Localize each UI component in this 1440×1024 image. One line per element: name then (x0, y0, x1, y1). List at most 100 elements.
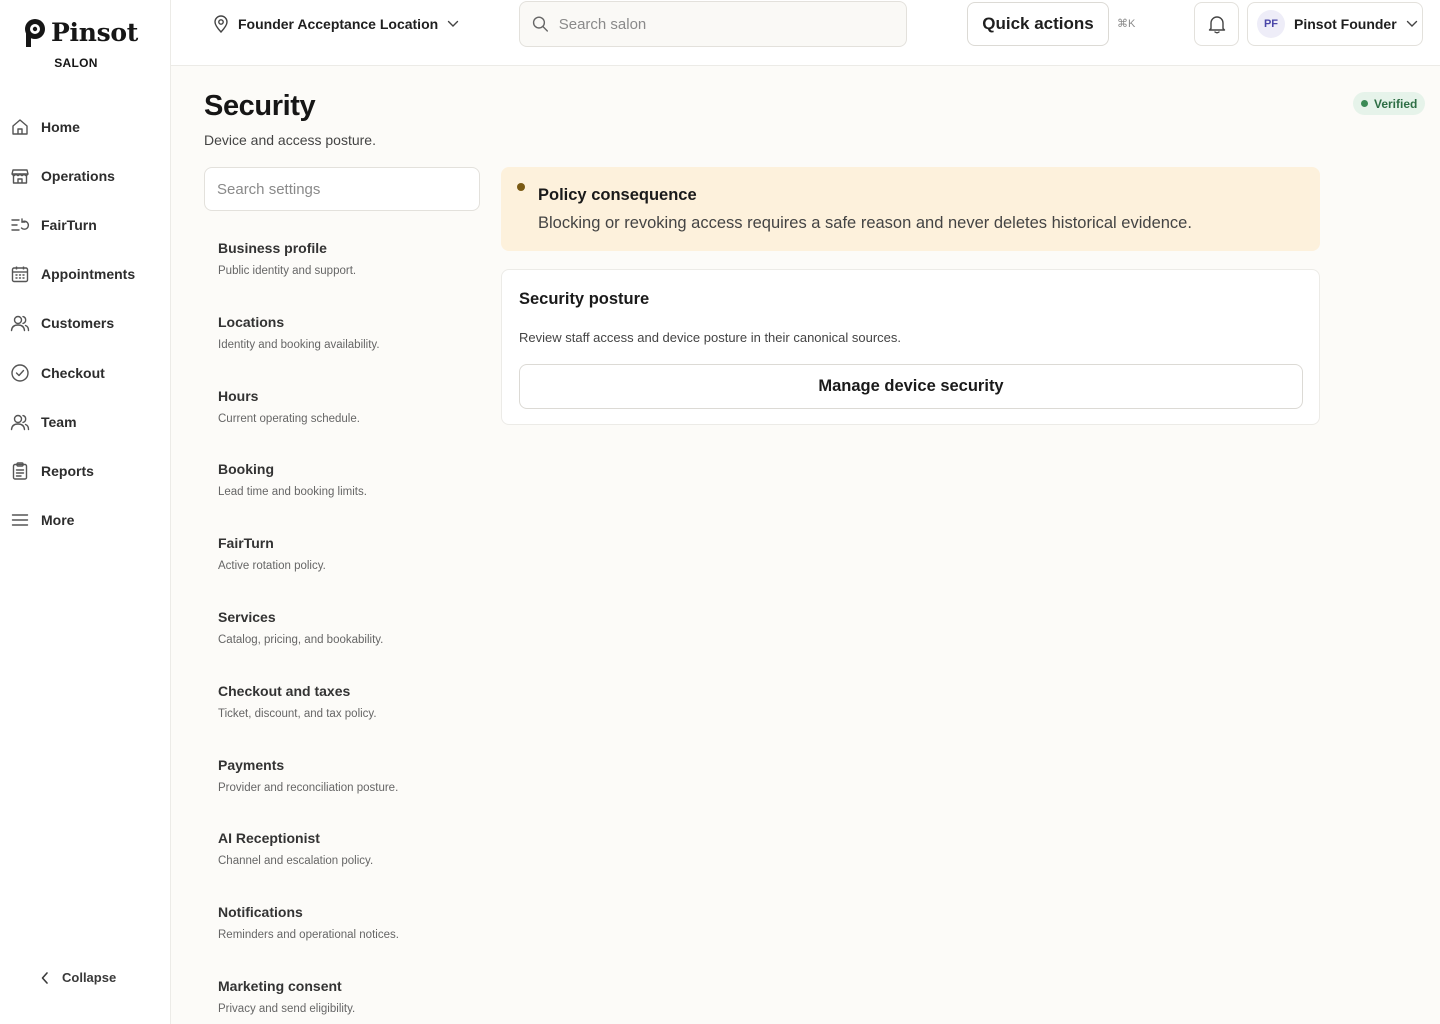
sidebar-item-label: FairTurn (41, 216, 97, 233)
settings-item-checkout-taxes[interactable]: Checkout and taxes Ticket, discount, and… (218, 682, 478, 756)
settings-item-title: Hours (218, 387, 259, 404)
sidebar-item-label: Appointments (41, 266, 136, 283)
settings-item-title: AI Receptionist (218, 830, 320, 847)
settings-item-desc: Provider and reconciliation posture. (218, 781, 399, 794)
settings-search-input[interactable] (217, 180, 479, 198)
sidebar-item-label: Customers (41, 315, 115, 332)
sidebar-item-reports[interactable]: Reports (0, 446, 171, 495)
settings-item-title: Payments (218, 756, 285, 773)
callout-title: Policy consequence (538, 186, 697, 204)
settings-item-desc: Lead time and booking limits. (218, 486, 367, 499)
settings-item-title: Services (218, 608, 276, 625)
settings-item-desc: Current operating schedule. (218, 412, 360, 425)
settings-item-desc: Ticket, discount, and tax policy. (218, 707, 377, 720)
policy-consequence-callout: Policy consequence Blocking or revoking … (501, 167, 1320, 251)
page-subtitle: Device and access posture. (204, 132, 376, 148)
quick-actions-shortcut: ⌘K (1117, 18, 1136, 30)
menu-icon (11, 514, 29, 526)
sidebar-item-appointments[interactable]: Appointments (0, 250, 171, 299)
pinsot-logo-icon (25, 19, 45, 47)
settings-item-desc: Public identity and support. (218, 265, 357, 277)
settings-item-locations[interactable]: Locations Identity and booking availabil… (218, 313, 478, 387)
chevron-left-icon (41, 971, 48, 984)
settings-item-marketing-consent[interactable]: Marketing consent Privacy and send eligi… (218, 977, 478, 1024)
status-dot (1361, 100, 1368, 107)
settings-item-desc: Channel and escalation policy. (218, 855, 374, 868)
chevron-down-icon (447, 20, 459, 27)
sidebar-item-customers[interactable]: Customers (0, 299, 171, 348)
rotation-icon (11, 218, 30, 231)
search-icon (532, 16, 549, 32)
settings-item-payments[interactable]: Payments Provider and reconciliation pos… (218, 756, 478, 830)
settings-item-title: Notifications (218, 904, 303, 921)
sidebar-item-label: Reports (41, 462, 94, 479)
settings-item-title: Checkout and taxes (218, 682, 351, 699)
status-badge: Verified (1353, 92, 1426, 115)
settings-item-business-profile[interactable]: Business profile Public identity and sup… (218, 239, 478, 313)
users-icon (10, 316, 30, 332)
sidebar-item-label: Operations (41, 167, 115, 184)
topbar: Founder Acceptance Location Quick action… (171, 0, 1440, 66)
collapse-label: Collapse (62, 970, 117, 985)
sidebar-item-label: Team (41, 413, 77, 430)
settings-item-booking[interactable]: Booking Lead time and booking limits. (218, 460, 478, 534)
settings-item-ai-receptionist[interactable]: AI Receptionist Channel and escalation p… (218, 829, 478, 903)
sidebar-nav: Home Operations FairTurn Appointments Cu… (0, 102, 171, 545)
quick-actions-button[interactable]: Quick actions (967, 2, 1109, 46)
salon-search[interactable] (519, 1, 907, 47)
settings-item-title: Marketing consent (218, 977, 342, 994)
manage-device-security-button[interactable]: Manage device security (519, 364, 1303, 409)
settings-item-desc: Reminders and operational notices. (218, 929, 399, 942)
collapse-button[interactable]: Collapse (40, 970, 116, 985)
user-menu[interactable]: PF Pinsot Founder (1247, 2, 1423, 46)
bell-icon (1208, 16, 1225, 34)
location-name: Founder Acceptance Location (238, 16, 439, 32)
notifications-button[interactable] (1194, 2, 1239, 46)
settings-item-title: FairTurn (218, 535, 274, 552)
callout-text: Blocking or revoking access requires a s… (538, 214, 1192, 232)
sidebar-item-team[interactable]: Team (0, 397, 171, 446)
home-icon (12, 118, 28, 135)
salon-search-input[interactable] (558, 15, 906, 33)
sidebar-item-fairturn[interactable]: FairTurn (0, 200, 171, 249)
map-pin-icon (214, 15, 228, 33)
status-label: Verified (1374, 96, 1418, 111)
settings-item-hours[interactable]: Hours Current operating schedule. (218, 387, 478, 461)
brand-name: Pinsot (51, 18, 138, 47)
card-description: Review staff access and device posture i… (519, 330, 902, 345)
callout-dot (517, 183, 525, 191)
team-icon (10, 414, 30, 430)
user-name: Pinsot Founder (1294, 16, 1397, 32)
card-title: Security posture (519, 290, 650, 308)
check-circle-icon (11, 363, 29, 382)
settings-item-desc: Identity and booking availability. (218, 338, 380, 351)
settings-list: Business profile Public identity and sup… (218, 239, 478, 1024)
security-posture-card: Security posture Review staff access and… (501, 269, 1320, 425)
settings-item-services[interactable]: Services Catalog, pricing, and bookabili… (218, 608, 478, 682)
sidebar-item-label: Checkout (41, 364, 105, 381)
settings-item-desc: Active rotation policy. (218, 560, 326, 573)
clipboard-icon (12, 462, 28, 480)
settings-item-desc: Privacy and send eligibility. (218, 1002, 356, 1015)
settings-item-title: Locations (218, 313, 285, 330)
sidebar: Pinsot SALON Home Operations FairTurn Ap… (0, 0, 171, 1024)
settings-item-title: Booking (218, 461, 274, 478)
settings-item-title: Business profile (218, 240, 327, 256)
sidebar-item-home[interactable]: Home (0, 102, 171, 151)
location-selector[interactable]: Founder Acceptance Location (213, 14, 459, 34)
brand-subtitle: SALON (54, 56, 98, 70)
sidebar-item-more[interactable]: More (0, 496, 171, 545)
chevron-down-icon (1406, 20, 1417, 27)
brand-logo: Pinsot (24, 18, 144, 48)
sidebar-item-operations[interactable]: Operations (0, 151, 171, 200)
calendar-icon (11, 266, 29, 283)
avatar: PF (1257, 10, 1285, 38)
settings-item-desc: Catalog, pricing, and bookability. (218, 633, 384, 646)
store-icon (11, 169, 29, 184)
settings-item-fairturn[interactable]: FairTurn Active rotation policy. (218, 534, 478, 608)
settings-search[interactable] (204, 167, 480, 211)
settings-item-notifications[interactable]: Notifications Reminders and operational … (218, 903, 478, 977)
sidebar-item-checkout[interactable]: Checkout (0, 348, 171, 397)
brand[interactable]: Pinsot SALON (24, 18, 144, 70)
sidebar-item-label: Home (41, 118, 80, 135)
